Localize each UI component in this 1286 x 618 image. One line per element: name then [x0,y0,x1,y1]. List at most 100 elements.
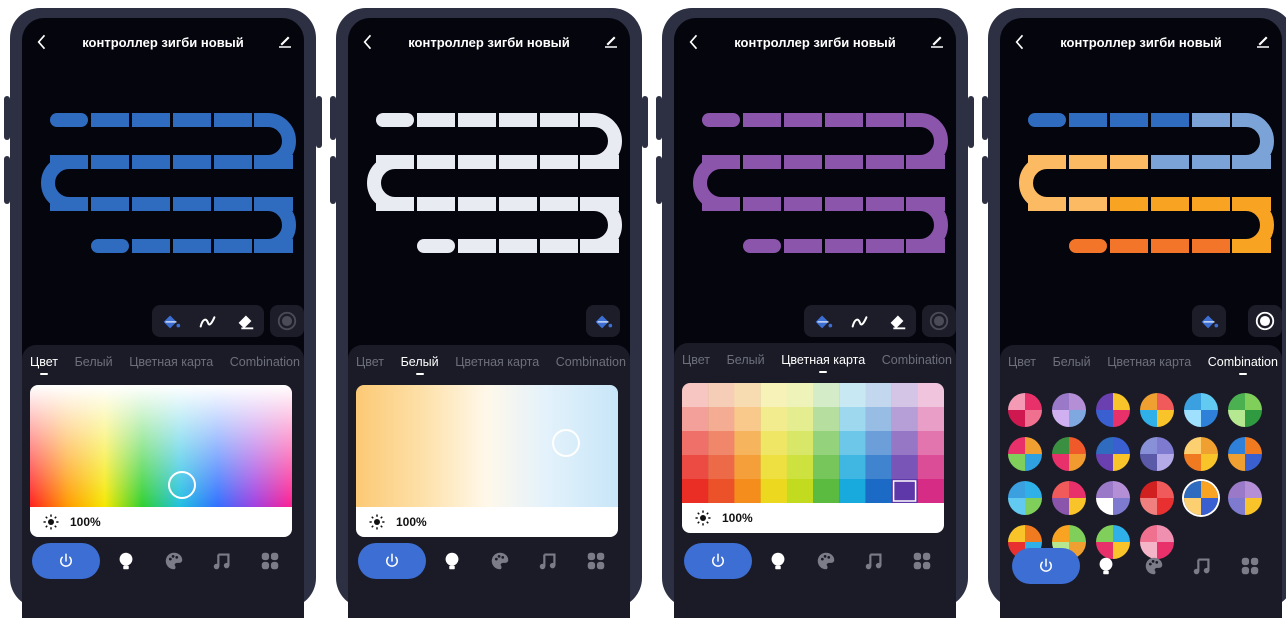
brightness-slider[interactable]: 100% [682,503,944,533]
combination-swatch[interactable] [1096,437,1130,471]
color-map-cell[interactable] [839,407,866,432]
color-map-cell[interactable] [708,455,735,480]
color-map-cell[interactable] [891,383,918,408]
record-button[interactable] [270,305,304,337]
color-map-cell[interactable] [760,479,787,503]
color-map-cell[interactable] [734,431,761,456]
combination-swatch[interactable] [1184,481,1218,515]
tab-0[interactable]: Цвет [1008,355,1036,369]
tab-3[interactable]: Combination [230,355,300,369]
paint-tool-button[interactable] [586,305,620,337]
tab-1[interactable]: Белый [727,353,765,367]
color-map-cell[interactable] [786,479,814,503]
nav-music-button[interactable] [1180,555,1224,577]
color-map-cell[interactable] [708,383,735,408]
color-map-cell[interactable] [786,383,814,408]
color-map-cell[interactable] [786,455,814,480]
color-map-cell[interactable] [734,455,761,480]
tab-3[interactable]: Combination [1208,355,1278,375]
white-temperature-picker[interactable] [356,385,618,507]
color-map-cell[interactable] [891,455,918,480]
color-map-cell[interactable] [760,407,787,432]
combination-swatch[interactable] [1096,393,1130,427]
combination-swatch[interactable] [1228,437,1262,471]
color-map-cell[interactable] [839,431,866,456]
power-button[interactable] [32,543,100,579]
color-map-cell[interactable] [734,407,761,432]
nav-bulb-button[interactable] [104,550,148,572]
combination-swatch[interactable] [1052,393,1086,427]
brush-tool-button[interactable] [193,308,223,334]
color-map-cell[interactable] [917,383,944,408]
color-map-cell[interactable] [813,479,840,503]
color-map-cell[interactable] [839,479,866,503]
color-map-cell[interactable] [813,431,840,456]
color-map-cell[interactable] [917,479,944,503]
tab-1[interactable]: Белый [75,355,113,369]
color-map-cell[interactable] [682,407,709,432]
nav-bulb-button[interactable] [430,550,474,572]
combination-swatch[interactable] [1052,437,1086,471]
color-map-cell[interactable] [682,455,709,480]
tab-3[interactable]: Combination [556,355,626,369]
color-map-cell[interactable] [786,431,814,456]
combination-swatch[interactable] [1140,437,1174,471]
combination-swatch[interactable] [1184,393,1218,427]
tab-2[interactable]: Цветная карта [455,355,539,369]
color-map-cell[interactable] [734,383,761,408]
record-button[interactable] [1248,305,1282,337]
tab-1[interactable]: Белый [1053,355,1091,369]
color-map-cell[interactable] [865,407,892,432]
nav-palette-button[interactable] [478,550,522,572]
edit-button[interactable] [602,32,620,50]
combination-swatch[interactable] [1184,437,1218,471]
color-map-cell[interactable] [865,479,892,503]
record-button[interactable] [922,305,956,337]
nav-palette-button[interactable] [152,550,196,572]
brightness-slider[interactable]: 100% [356,507,618,537]
strip-preview[interactable] [348,96,630,271]
combination-swatch[interactable] [1228,481,1262,515]
color-map-cell[interactable] [891,431,918,456]
color-map-cell[interactable] [839,455,866,480]
strip-preview[interactable] [674,96,956,271]
strip-preview[interactable] [22,96,304,271]
color-map-cell[interactable] [813,383,840,408]
tab-2[interactable]: Цветная карта [1107,355,1191,369]
nav-music-button[interactable] [200,550,244,572]
color-map-cell[interactable] [917,455,944,480]
color-map-cell[interactable] [786,407,814,432]
color-map-cell[interactable] [760,431,787,456]
paint-tool-button[interactable] [808,308,838,334]
color-map-cell[interactable] [760,455,787,480]
combination-swatch[interactable] [1140,481,1174,515]
color-wheel-picker[interactable] [30,385,292,507]
color-map-cell[interactable] [682,431,709,456]
edit-button[interactable] [276,32,294,50]
nav-scenes-button[interactable] [900,550,944,572]
combination-swatch[interactable] [1008,393,1042,427]
brightness-slider[interactable]: 100% [30,507,292,537]
power-button[interactable] [358,543,426,579]
tab-0[interactable]: Цвет [30,355,58,375]
color-picker-handle[interactable] [168,471,196,499]
edit-button[interactable] [928,32,946,50]
tab-1[interactable]: Белый [401,355,439,375]
combination-swatch[interactable] [1008,437,1042,471]
combination-swatch[interactable] [1052,481,1086,515]
color-map-grid[interactable] [682,383,944,503]
color-map-cell[interactable] [813,455,840,480]
combination-swatch[interactable] [1228,393,1262,427]
tab-2[interactable]: Цветная карта [781,353,865,373]
nav-music-button[interactable] [852,550,896,572]
power-button[interactable] [1012,548,1080,584]
color-map-cell[interactable] [708,407,735,432]
tab-0[interactable]: Цвет [356,355,384,369]
eraser-tool-button[interactable] [230,308,260,334]
color-map-cell[interactable] [708,479,735,503]
color-map-cell[interactable] [682,479,709,503]
color-map-cell[interactable] [865,431,892,456]
combination-swatch[interactable] [1008,481,1042,515]
nav-bulb-button[interactable] [1084,555,1128,577]
tab-3[interactable]: Combination [882,353,952,367]
